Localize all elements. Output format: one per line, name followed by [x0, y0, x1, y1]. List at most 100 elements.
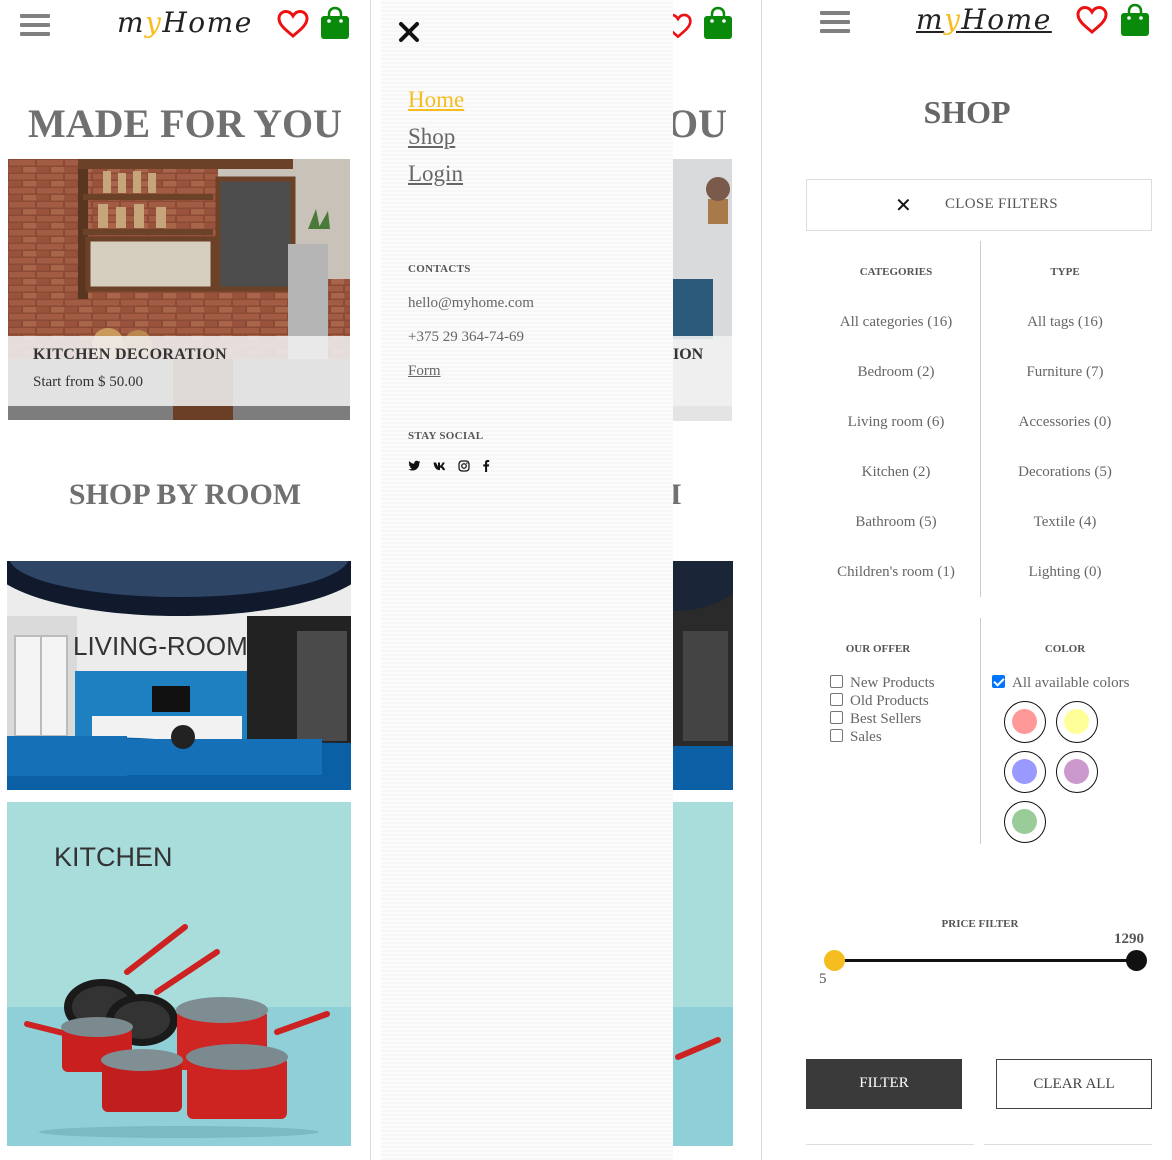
living-room-image — [7, 561, 351, 790]
instagram-icon[interactable] — [458, 460, 470, 472]
category-item[interactable]: Children's room (1) — [806, 564, 986, 581]
divider — [984, 1144, 1152, 1145]
caption-behind: ION — [673, 336, 732, 406]
close-icon: ✕ — [895, 193, 912, 217]
type-item[interactable]: Furniture (7) — [975, 364, 1155, 381]
all-colors-checkbox[interactable]: All available colors — [992, 675, 1129, 692]
type-item[interactable]: All tags (16) — [975, 314, 1155, 331]
swatch-fill — [1064, 759, 1089, 784]
shop-screen: myHome SHOP ✕ CLOSE FILTERS CATEGORIES A… — [762, 0, 1172, 1160]
shopping-bag-icon[interactable] — [320, 6, 350, 40]
background-photo — [673, 802, 733, 1146]
category-item[interactable]: Bathroom (5) — [806, 514, 986, 531]
category-item[interactable]: All categories (16) — [806, 314, 986, 331]
color-heading: COLOR — [1044, 643, 1086, 655]
checkbox[interactable] — [830, 729, 843, 742]
menu-icon[interactable] — [20, 12, 50, 38]
color-swatch[interactable] — [1056, 701, 1098, 743]
type-item[interactable]: Textile (4) — [975, 514, 1155, 531]
swatch-fill — [1012, 759, 1037, 784]
type-item[interactable]: Decorations (5) — [975, 464, 1155, 481]
kitchen-photo — [673, 802, 733, 1146]
logo[interactable]: myHome — [117, 6, 253, 39]
contacts-heading: CONTACTS — [408, 263, 471, 275]
our-offer-heading: OUR OFFER — [845, 643, 911, 655]
close-icon[interactable] — [398, 21, 420, 43]
offer-checkbox-best-sellers[interactable]: Best Sellers — [830, 711, 921, 728]
nav-link-login[interactable]: Login — [408, 161, 463, 187]
contact-form-link[interactable]: Form — [408, 363, 441, 380]
type-item[interactable]: Lighting (0) — [975, 564, 1155, 581]
checkbox-label: New Products — [850, 675, 935, 691]
living-room-card[interactable]: LIVING-ROOM — [7, 561, 351, 790]
checkbox-label: All available colors — [1012, 675, 1130, 691]
facebook-icon[interactable] — [482, 460, 490, 472]
offer-checkbox-sales[interactable]: Sales — [830, 729, 882, 746]
deco-price: Start from $ 50.00 — [33, 374, 143, 390]
color-swatch[interactable] — [1056, 751, 1098, 793]
logo-text: Home — [162, 6, 253, 39]
nav-link-home[interactable]: Home — [408, 87, 464, 113]
social-heading: STAY SOCIAL — [408, 430, 484, 442]
checkbox-label: Old Products — [850, 693, 929, 709]
price-slider-max-handle[interactable] — [1126, 950, 1147, 971]
kitchen-decoration-card[interactable]: KITCHEN DECORATION Start from $ 50.00 — [8, 159, 350, 420]
checkbox-label: Sales — [850, 729, 882, 745]
contact-email[interactable]: hello@myhome.com — [408, 295, 534, 312]
type-heading: TYPE — [1050, 266, 1080, 278]
checkbox[interactable] — [830, 693, 843, 706]
heart-icon[interactable] — [276, 9, 310, 39]
clear-all-button[interactable]: CLEAR ALL — [996, 1059, 1152, 1109]
page-title: SHOP — [923, 94, 1011, 130]
nav-link-shop[interactable]: Shop — [408, 124, 455, 150]
category-item[interactable]: Living room (6) — [806, 414, 986, 431]
deco-title: KITCHEN DECORATION — [33, 346, 228, 363]
filter-button[interactable]: FILTER — [806, 1059, 962, 1109]
swatch-fill — [1012, 809, 1037, 834]
vk-icon[interactable] — [433, 460, 447, 472]
price-slider-min-handle[interactable] — [824, 950, 845, 971]
logo-text: m — [916, 3, 945, 36]
checkbox[interactable] — [830, 711, 843, 724]
color-swatch[interactable] — [1004, 801, 1046, 843]
swatch-fill — [1064, 709, 1089, 734]
logo-text: Home — [961, 3, 1052, 36]
living-room-photo — [673, 561, 733, 790]
nav-drawer: Home Shop Login CONTACTS hello@myhome.co… — [381, 0, 673, 1160]
swatch-fill — [1012, 709, 1037, 734]
category-item[interactable]: Bedroom (2) — [806, 364, 986, 381]
heading-behind: OU — [667, 101, 727, 146]
home-screen: myHome MADE FOR YOU KITCHEN DECORATION S… — [0, 0, 370, 1160]
checkbox[interactable] — [830, 675, 843, 688]
kitchen-card[interactable]: KITCHEN — [7, 802, 351, 1146]
offer-checkbox-new-products[interactable]: New Products — [830, 675, 935, 692]
menu-icon[interactable] — [820, 9, 850, 35]
checkbox-label: Best Sellers — [850, 711, 922, 727]
contact-phone[interactable]: +375 29 364-74-69 — [408, 329, 524, 346]
heart-icon[interactable] — [1075, 5, 1109, 35]
shopping-bag-icon[interactable] — [703, 6, 733, 40]
categories-heading: CATEGORIES — [859, 266, 933, 278]
menu-screen: OU ION I Home Shop Login CONTACTS hello@… — [371, 0, 761, 1160]
shopping-bag-icon[interactable] — [1120, 3, 1150, 37]
room-label: LIVING-ROOM — [73, 631, 248, 661]
price-slider-track[interactable] — [832, 959, 1136, 962]
logo-text: m — [117, 6, 146, 39]
offer-checkbox-old-products[interactable]: Old Products — [830, 693, 929, 710]
logo-accent: y — [145, 6, 163, 39]
deco-caption: KITCHEN DECORATION Start from $ 50.00 — [8, 336, 350, 406]
logo[interactable]: myHome — [916, 3, 1052, 36]
category-item[interactable]: Kitchen (2) — [806, 464, 986, 481]
type-item[interactable]: Accessories (0) — [975, 414, 1155, 431]
close-filters-button[interactable]: ✕ CLOSE FILTERS — [806, 179, 1152, 231]
room-label: KITCHEN — [54, 842, 173, 872]
shop-by-room-heading: SHOP BY ROOM — [68, 478, 302, 511]
color-swatch[interactable] — [1004, 701, 1046, 743]
header: myHome — [0, 0, 370, 52]
twitter-icon[interactable] — [408, 460, 421, 472]
price-max-value: 1290 — [1114, 931, 1144, 947]
checkbox-checked[interactable] — [992, 675, 1005, 688]
logo-accent: y — [944, 3, 962, 36]
header: myHome — [762, 0, 1172, 52]
color-swatch[interactable] — [1004, 751, 1046, 793]
